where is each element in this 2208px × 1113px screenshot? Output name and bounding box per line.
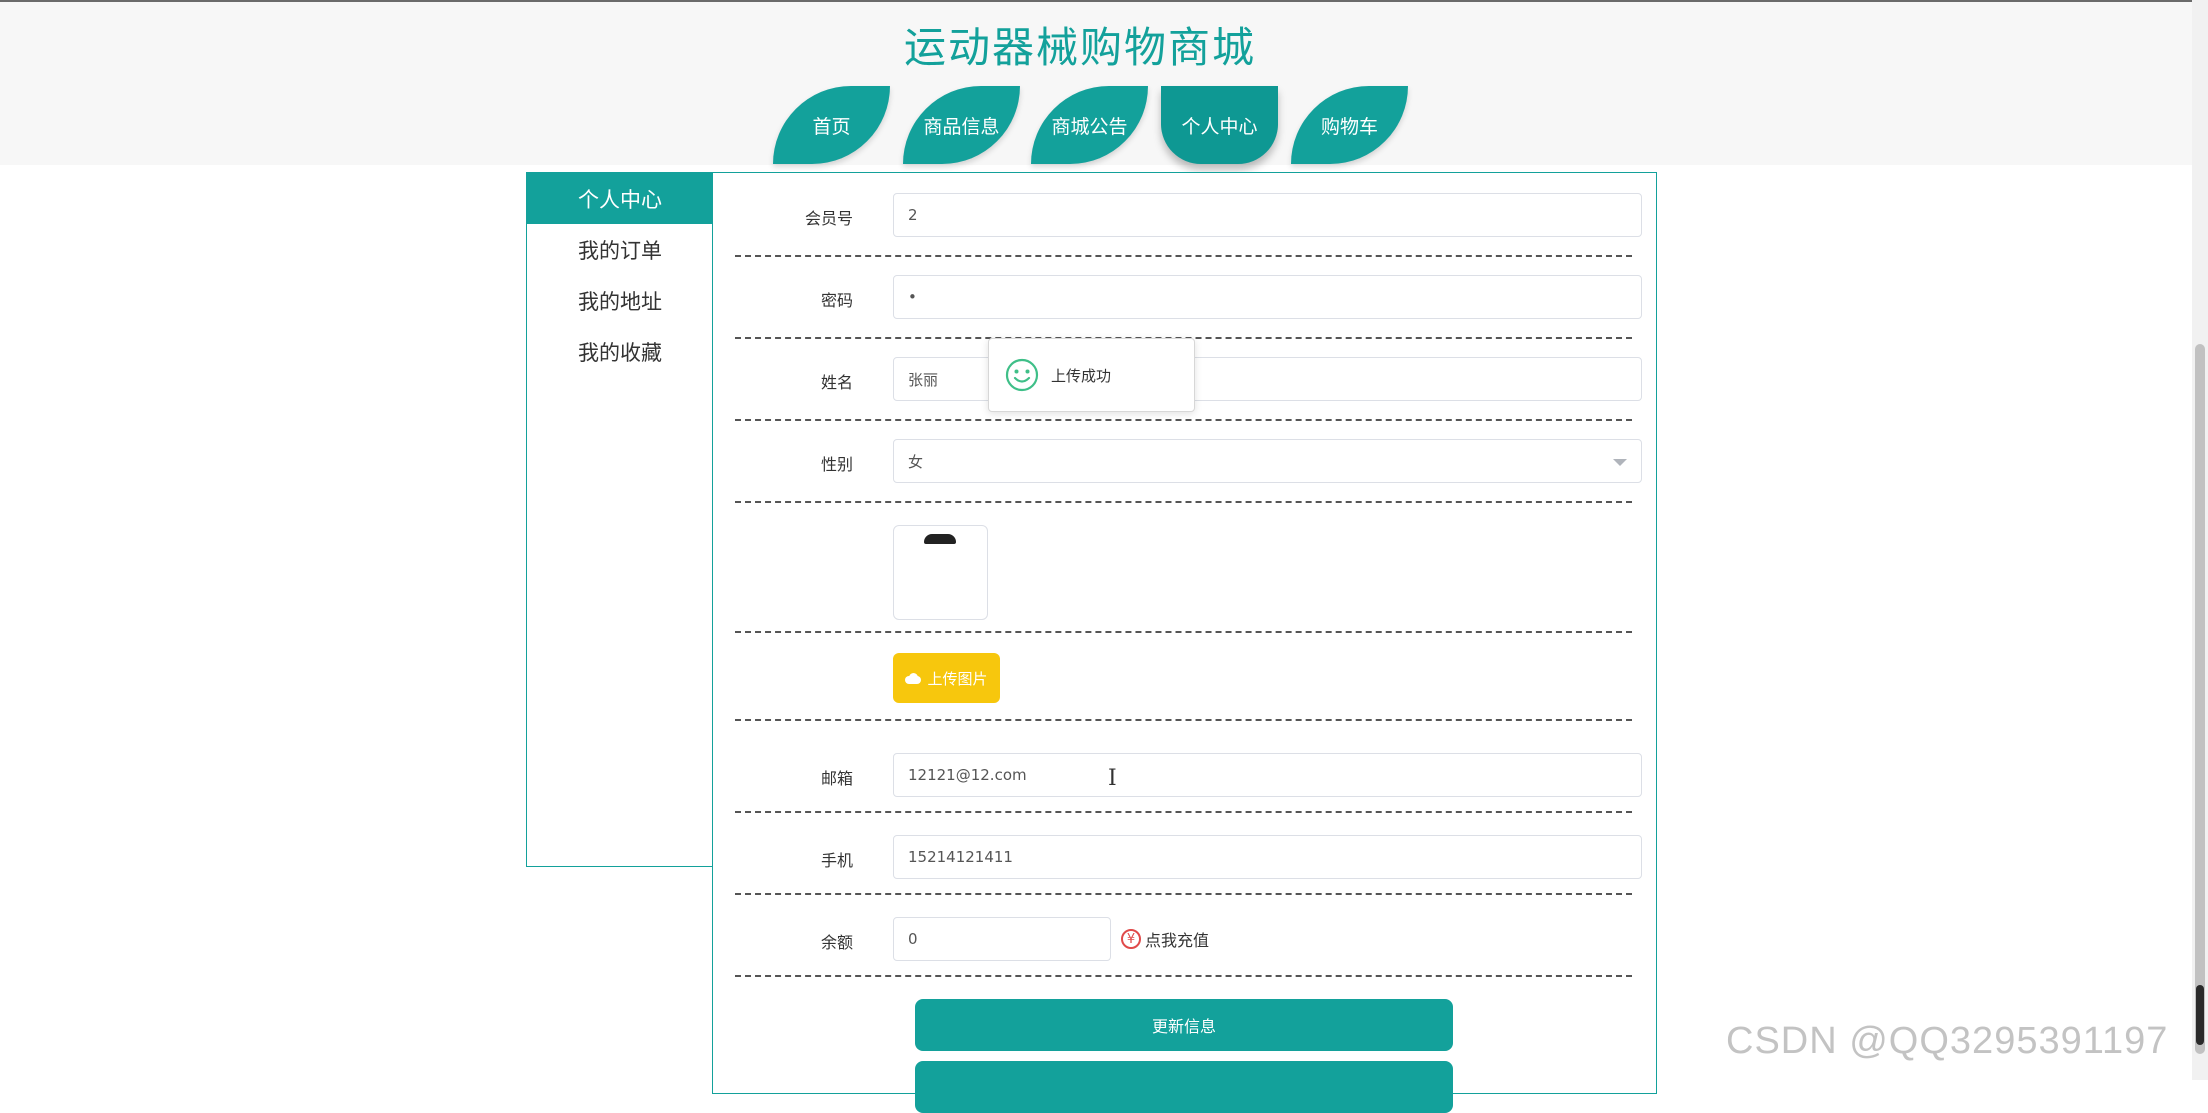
- sidebar: 个人中心 我的订单 我的地址 我的收藏: [526, 172, 714, 867]
- member-no-input[interactable]: 2: [893, 193, 1642, 237]
- member-no-label: 会员号: [804, 209, 853, 228]
- recharge-link[interactable]: ¥ 点我充值: [1121, 917, 1209, 961]
- password-input[interactable]: •: [893, 275, 1642, 319]
- email-input[interactable]: 12121@12.com: [893, 753, 1642, 797]
- gender-select[interactable]: 女: [893, 439, 1642, 483]
- update-info-button[interactable]: 更新信息: [915, 999, 1453, 1051]
- site-title: 运动器械购物商城: [903, 23, 1256, 72]
- scroll-indicator: [2196, 985, 2204, 1045]
- smile-icon: [1005, 358, 1039, 392]
- avatar-image: [924, 534, 956, 544]
- form-row-gender: 性别 女: [735, 439, 1642, 503]
- sidebar-item-personal-center[interactable]: 个人中心: [527, 173, 713, 224]
- toast-message: 上传成功: [1051, 366, 1112, 385]
- profile-form: 会员号 2 密码 • 姓名 张丽 性别 女 上传图片 邮箱 12121@12.c…: [712, 172, 1657, 1113]
- balance-input[interactable]: 0: [893, 917, 1111, 961]
- nav-item-announcements[interactable]: 商城公告: [1031, 86, 1148, 164]
- form-row-balance: 余额 0 ¥ 点我充值: [735, 917, 1632, 977]
- form-row-member-no: 会员号 2: [735, 193, 1642, 257]
- main-nav: 首页 商品信息 商城公告 个人中心 购物车: [0, 86, 2208, 166]
- nav-item-products[interactable]: 商品信息: [903, 86, 1020, 164]
- site-header: 运动器械购物商城 首页 商品信息 商城公告 个人中心 购物车: [0, 2, 2208, 165]
- name-label: 姓名: [820, 373, 853, 392]
- balance-label: 余额: [820, 933, 853, 952]
- sidebar-item-addresses[interactable]: 我的地址: [527, 275, 713, 326]
- page-scrollbar[interactable]: [2192, 0, 2208, 1080]
- yen-icon: ¥: [1121, 929, 1141, 949]
- phone-input[interactable]: 15214121411: [893, 835, 1642, 879]
- nav-item-home[interactable]: 首页: [773, 86, 890, 164]
- form-row-avatar: [735, 503, 1632, 633]
- sidebar-item-favorites[interactable]: 我的收藏: [527, 326, 713, 377]
- form-row-upload: 上传图片: [735, 633, 1632, 721]
- upload-success-toast: 上传成功: [988, 338, 1195, 412]
- form-row-email: 邮箱 12121@12.com: [735, 753, 1642, 813]
- form-row-phone: 手机 15214121411: [735, 835, 1642, 895]
- nav-item-cart[interactable]: 购物车: [1291, 86, 1408, 164]
- upload-image-label: 上传图片: [927, 669, 988, 688]
- phone-label: 手机: [820, 851, 853, 870]
- gender-label: 性别: [820, 455, 853, 474]
- cloud-upload-icon: [905, 672, 922, 684]
- avatar-preview[interactable]: [893, 525, 988, 620]
- email-label: 邮箱: [820, 769, 853, 788]
- sidebar-item-orders[interactable]: 我的订单: [527, 224, 713, 275]
- recharge-label: 点我充值: [1145, 931, 1210, 950]
- text-cursor-icon: I: [1108, 766, 1117, 791]
- form-row-password: 密码 •: [735, 275, 1642, 339]
- upload-image-button[interactable]: 上传图片: [893, 653, 1000, 703]
- watermark: CSDN @QQ3295391197: [1726, 1020, 2169, 1062]
- nav-item-personal-center[interactable]: 个人中心: [1161, 86, 1278, 164]
- logout-button[interactable]: [915, 1061, 1453, 1113]
- password-label: 密码: [820, 291, 853, 310]
- scrollbar-thumb[interactable]: [2195, 344, 2205, 1054]
